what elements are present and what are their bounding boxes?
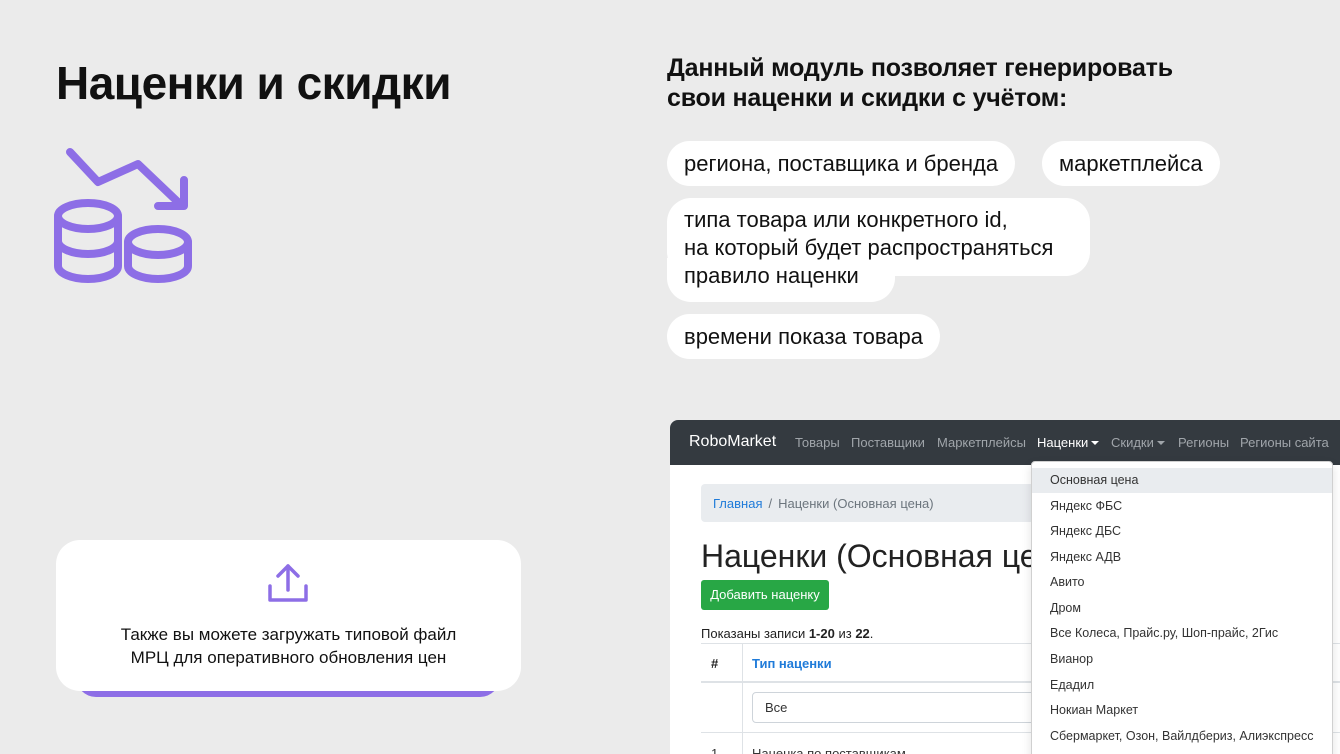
dropdown-item-yandex-adv[interactable]: Яндекс АДВ (1032, 545, 1332, 570)
dropdown-item-vianor[interactable]: Вианор (1032, 647, 1332, 672)
summary-range: 1-20 (808, 626, 835, 641)
nav-item-suppliers[interactable]: Поставщики (851, 435, 925, 450)
bubble-line: на который будет распространяться (684, 235, 1054, 260)
upload-text: Также вы можете загружать типовой файл М… (56, 623, 521, 669)
page-title: Наценки (Основная це (701, 538, 1038, 574)
dropdown-item-sbermarket[interactable]: Сбермаркет, Озон, Вайлдбериз, Алиэкспрес… (1032, 724, 1332, 749)
app-screenshot: RoboMarket Товары Поставщики Маркетплейс… (670, 420, 1340, 754)
nav-item-products[interactable]: Товары (795, 435, 840, 450)
dropdown-item-yandex-fbs[interactable]: Яндекс ФБС (1032, 494, 1332, 519)
intro-line: свои наценки и скидки с учётом: (667, 84, 1068, 112)
brand-logo[interactable]: RoboMarket (689, 433, 776, 451)
slide-title: Наценки и скидки (56, 57, 451, 109)
nav-item-markups[interactable]: Наценки (1037, 435, 1100, 450)
bubble-line: типа товара или конкретного id, (684, 207, 1008, 232)
dropdown-item-nokian[interactable]: Нокиан Маркет (1032, 698, 1332, 723)
markup-type-filter-select[interactable]: Все (752, 692, 1052, 723)
markups-dropdown-menu: Основная цена Яндекс ФБС Яндекс ДБС Янде… (1031, 461, 1333, 754)
bubble-region: региона, поставщика и бренда (667, 141, 1016, 186)
bubble-line: правило наценки (684, 263, 859, 288)
add-markup-button[interactable]: Добавить наценку (701, 580, 829, 610)
bubble-product-type: типа товара или конкретного id, на котор… (667, 198, 1090, 302)
table-row-number: 1 (711, 746, 719, 754)
bubble-marketplace: маркетплейса (1042, 141, 1220, 186)
nav-item-label: Наценки (1037, 435, 1089, 450)
upload-line: МРЦ для оперативного обновления цен (130, 648, 447, 667)
bubble-display-time: времени показа товара (667, 314, 940, 359)
breadcrumb-home-link[interactable]: Главная (713, 496, 762, 511)
dropdown-item-avito[interactable]: Авито (1032, 570, 1332, 595)
intro-line: Данный модуль позволяет генерировать (667, 54, 1173, 82)
breadcrumb-current: Наценки (Основная цена) (778, 496, 934, 511)
breadcrumb-separator: / (768, 496, 773, 511)
column-header-markup-type[interactable]: Тип наценки (752, 656, 832, 671)
dropdown-item-main-price[interactable]: Основная цена (1032, 468, 1332, 493)
column-header-number: # (711, 656, 719, 671)
summary-text: . (869, 626, 874, 641)
dropdown-item-edadil[interactable]: Едадил (1032, 673, 1332, 698)
table-row-markup-type: Наценка по поставщикам (752, 746, 906, 754)
nav-item-site-regions[interactable]: Регионы сайта (1240, 435, 1329, 450)
coins-down-trend-icon (54, 148, 192, 283)
records-summary: Показаны записи 1-20 из 22. (701, 626, 873, 641)
nav-item-regions[interactable]: Регионы (1178, 435, 1229, 450)
caret-down-icon (1156, 441, 1165, 445)
summary-total: 22 (855, 626, 870, 641)
nav-item-discounts[interactable]: Скидки (1111, 435, 1165, 450)
intro-text: Данный модуль позволяет генерировать сво… (667, 53, 1173, 113)
dropdown-item-vse-kolesa[interactable]: Все Колеса, Прайс.ру, Шоп-прайс, 2Гис (1032, 621, 1332, 646)
nav-item-marketplaces[interactable]: Маркетплейсы (937, 435, 1026, 450)
summary-text: Показаны записи (701, 626, 809, 641)
upload-icon (268, 564, 308, 602)
caret-down-icon (1091, 441, 1100, 445)
dropdown-item-yandex-dbs[interactable]: Яндекс ДБС (1032, 519, 1332, 544)
summary-text: из (834, 626, 856, 641)
dropdown-item-drom[interactable]: Дром (1032, 596, 1332, 621)
nav-item-label: Скидки (1111, 435, 1154, 450)
navbar: RoboMarket Товары Поставщики Маркетплейс… (670, 420, 1340, 465)
upload-line: Также вы можете загружать типовой файл (120, 625, 457, 644)
